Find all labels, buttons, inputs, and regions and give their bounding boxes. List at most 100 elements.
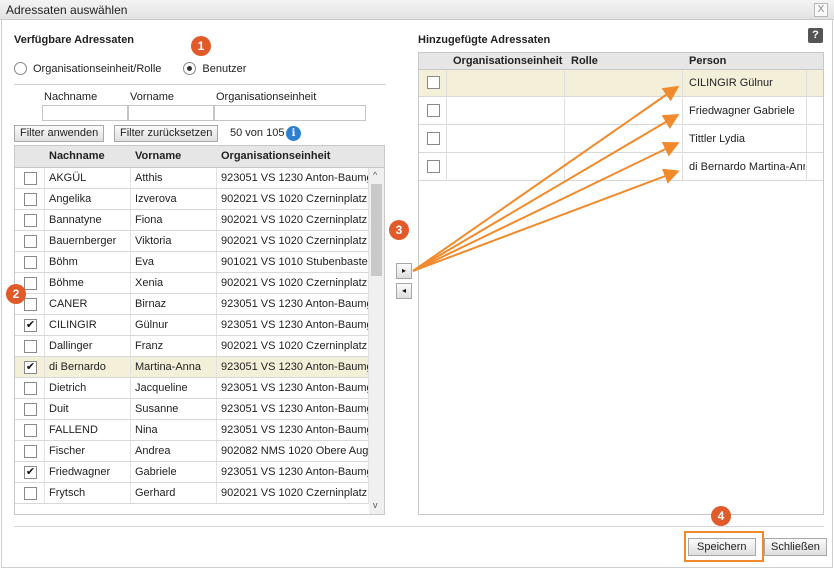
- row-checkbox[interactable]: [24, 214, 37, 227]
- row-checkbox[interactable]: ✔: [24, 319, 37, 332]
- cell-nachname: Bannatyne: [45, 210, 131, 230]
- row-checkbox[interactable]: [24, 172, 37, 185]
- window-titlebar: Adressaten auswählen X: [0, 0, 834, 20]
- radio-benutzer[interactable]: [183, 62, 197, 75]
- table-row[interactable]: Frytsch Gerhard 902021 VS 1020 Czerninplat…: [15, 483, 369, 504]
- row-checkbox[interactable]: ✔: [24, 466, 37, 479]
- row-checkbox[interactable]: [24, 487, 37, 500]
- footer-separator: [14, 526, 824, 527]
- row-checkbox[interactable]: [427, 104, 440, 117]
- cell-vorname: Atthis: [131, 168, 217, 188]
- column-header-rolle[interactable]: Rolle: [571, 55, 598, 67]
- filter-nachname-input[interactable]: [42, 105, 128, 121]
- cell-rolle: [565, 126, 683, 152]
- cell-org: 902021 VS 1020 Czerninplatz 3: [217, 273, 369, 293]
- cell-nachname: Böhm: [45, 252, 131, 272]
- row-checkbox[interactable]: [427, 76, 440, 89]
- table-row[interactable]: Dallinger Franz 902021 VS 1020 Czerninplat…: [15, 336, 369, 357]
- remove-recipient-button[interactable]: ◂: [396, 283, 412, 299]
- cell-person: CILINGIR Gülnur: [689, 77, 773, 89]
- cell-org: 902021 VS 1020 Czerninplatz 3: [217, 336, 369, 356]
- cell-org: 923051 VS 1230 Anton-Baumg: [217, 420, 369, 440]
- reset-filter-button[interactable]: Filter zurücksetzen: [114, 125, 219, 142]
- cell-org: 902021 VS 1020 Czerninplatz 3: [217, 189, 369, 209]
- table-row[interactable]: Bauernberger Viktoria 902021 VS 1020 Czern…: [15, 231, 369, 252]
- added-recipients-heading: Hinzugefügte Adressaten: [418, 34, 551, 46]
- table-row[interactable]: Friedwagner Gabriele: [419, 98, 823, 125]
- table-row[interactable]: Angelika Izverova 902021 VS 1020 Czerninpl…: [15, 189, 369, 210]
- table-row[interactable]: Duit Susanne 923051 VS 1230 Anton-Baumg: [15, 399, 369, 420]
- row-checkbox[interactable]: [427, 132, 440, 145]
- available-table-scrollbar[interactable]: ^ v: [369, 168, 384, 514]
- scrollbar-thumb[interactable]: [371, 184, 382, 276]
- row-checkbox[interactable]: [24, 277, 37, 290]
- table-row[interactable]: ✔ Friedwagner Gabriele 923051 VS 1230 Anton…: [15, 462, 369, 483]
- radio-org-role[interactable]: [14, 62, 27, 75]
- row-checkbox-cell: [15, 210, 45, 230]
- apply-filter-button[interactable]: Filter anwenden: [14, 125, 105, 142]
- row-checkbox-cell: [15, 483, 45, 503]
- row-checkbox[interactable]: [24, 235, 37, 248]
- table-row[interactable]: Fischer Andrea 902082 NMS 1020 Obere Auga: [15, 441, 369, 462]
- column-header-nachname[interactable]: Nachname: [49, 150, 105, 162]
- cell-rolle: [565, 154, 683, 180]
- cell-org: 923051 VS 1230 Anton-Baumg: [217, 462, 369, 482]
- cell-vorname: Jacqueline: [131, 378, 217, 398]
- result-count: 50 von 105: [230, 127, 285, 139]
- cell-person: Friedwagner Gabriele: [689, 105, 795, 117]
- annotation-badge-4: 4: [711, 506, 731, 526]
- annotation-badge-1: 1: [191, 36, 211, 56]
- row-checkbox[interactable]: [24, 403, 37, 416]
- cell-nachname: Dallinger: [45, 336, 131, 356]
- row-checkbox[interactable]: [24, 256, 37, 269]
- table-row[interactable]: ✔ CILINGIR Gülnur 923051 VS 1230 Anton-Baum…: [15, 315, 369, 336]
- row-checkbox[interactable]: ✔: [24, 361, 37, 374]
- cell-org: 923051 VS 1230 Anton-Baumg: [217, 399, 369, 419]
- scroll-down-icon[interactable]: v: [373, 500, 378, 510]
- row-checkbox[interactable]: [427, 160, 440, 173]
- table-row[interactable]: CILINGIR Gülnur: [419, 70, 823, 97]
- row-checkbox[interactable]: [24, 340, 37, 353]
- table-row[interactable]: CANER Birnaz 923051 VS 1230 Anton-Baumg: [15, 294, 369, 315]
- column-header-person[interactable]: Person: [689, 55, 726, 67]
- scroll-up-icon[interactable]: ^: [373, 170, 377, 180]
- add-recipient-button[interactable]: ▸: [396, 263, 412, 279]
- filter-org-input[interactable]: [214, 105, 366, 121]
- filter-separator: [14, 84, 386, 85]
- cell-nachname: Duit: [45, 399, 131, 419]
- recipient-type-radio-group: Organisationseinheit/Rolle Benutzer: [14, 62, 246, 75]
- column-header-vorname[interactable]: Vorname: [135, 150, 181, 162]
- cell-nachname: Angelika: [45, 189, 131, 209]
- filter-label-vorname: Vorname: [130, 91, 175, 103]
- table-row[interactable]: Dietrich Jacqueline 923051 VS 1230 Anton-B…: [15, 378, 369, 399]
- cell-nachname: Frytsch: [45, 483, 131, 503]
- help-icon[interactable]: ?: [808, 28, 823, 43]
- info-icon[interactable]: i: [286, 126, 301, 141]
- table-row[interactable]: AKGÜL Atthis 923051 VS 1230 Anton-Baumg: [15, 168, 369, 189]
- annotation-badge-3: 3: [389, 220, 409, 240]
- row-checkbox[interactable]: [24, 298, 37, 311]
- table-row[interactable]: Bannatyne Fiona 902021 VS 1020 Czerninplat…: [15, 210, 369, 231]
- row-checkbox[interactable]: [24, 382, 37, 395]
- table-row[interactable]: di Bernardo Martina-Anna: [419, 154, 823, 181]
- cell-nachname: FALLEND: [45, 420, 131, 440]
- cell-vorname: Xenia: [131, 273, 217, 293]
- table-row[interactable]: Böhm Eva 901021 VS 1010 Stubenbastei: [15, 252, 369, 273]
- table-row[interactable]: ✔ di Bernardo Martina-Anna 923051 VS 1230 A…: [15, 357, 369, 378]
- cell-org: 902082 NMS 1020 Obere Auga: [217, 441, 369, 461]
- close-button[interactable]: Schließen: [764, 538, 827, 556]
- row-checkbox[interactable]: [24, 193, 37, 206]
- cell-person: di Bernardo Martina-Anna: [689, 161, 805, 173]
- row-checkbox-cell: [15, 399, 45, 419]
- table-row[interactable]: Tittler Lydia: [419, 126, 823, 153]
- column-header-org[interactable]: Organisationseinheit: [221, 150, 330, 162]
- row-checkbox-cell: [15, 420, 45, 440]
- table-row[interactable]: Böhme Xenia 902021 VS 1020 Czerninplatz 3: [15, 273, 369, 294]
- cell-org: 902021 VS 1020 Czerninplatz 3: [217, 483, 369, 503]
- filter-vorname-input[interactable]: [128, 105, 214, 121]
- close-window-icon[interactable]: X: [814, 3, 828, 17]
- column-header-org[interactable]: Organisationseinheit: [453, 55, 562, 67]
- table-row[interactable]: FALLEND Nina 923051 VS 1230 Anton-Baumg: [15, 420, 369, 441]
- row-checkbox[interactable]: [24, 445, 37, 458]
- row-checkbox[interactable]: [24, 424, 37, 437]
